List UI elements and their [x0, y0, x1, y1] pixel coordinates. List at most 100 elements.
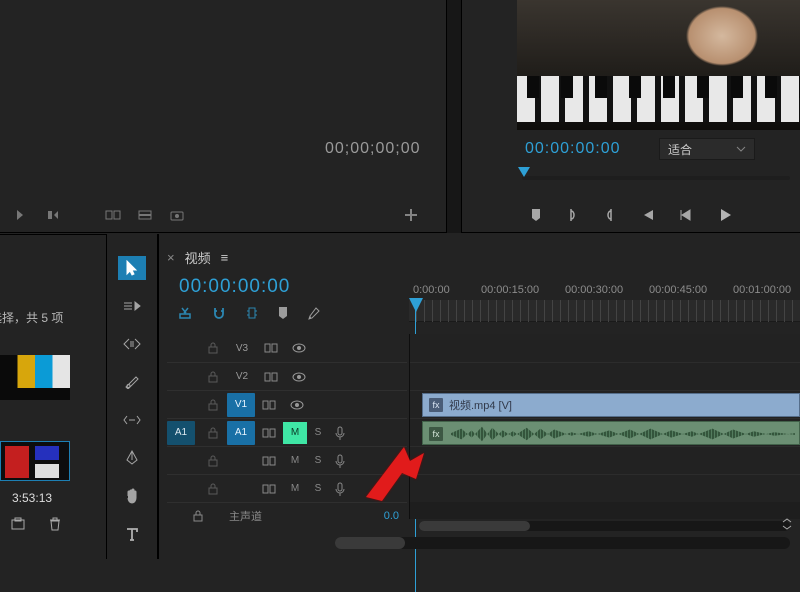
master-track-header[interactable]: 主声道 0.0: [167, 502, 407, 528]
program-preview-image: [517, 0, 800, 130]
track-select-tool-icon[interactable]: [118, 294, 146, 318]
sync-lock-icon[interactable]: [255, 456, 283, 466]
track-header-v1[interactable]: V1: [167, 390, 407, 418]
razor-tool-icon[interactable]: [118, 370, 146, 394]
solo-track-button[interactable]: S: [307, 455, 329, 466]
timeline-tab[interactable]: × 视频 ≡: [167, 248, 228, 267]
play-icon[interactable]: [717, 207, 733, 223]
zoom-level-select[interactable]: 适合: [659, 138, 755, 160]
mute-track-button[interactable]: M: [283, 478, 307, 500]
solo-track-button[interactable]: S: [307, 427, 329, 438]
track-header-a2[interactable]: M S: [167, 446, 407, 474]
track-headers: V3 V2 V1 A1 A1 M S: [167, 334, 407, 549]
export-frame-icon[interactable]: [166, 206, 188, 224]
eye-icon[interactable]: [285, 343, 313, 353]
bin-item-thumbnail[interactable]: [0, 355, 70, 400]
eye-icon[interactable]: [285, 372, 313, 382]
sequence-name: 视频: [185, 248, 211, 267]
panel-divider[interactable]: [446, 0, 462, 233]
audio-clip[interactable]: fx: [422, 421, 800, 445]
mark-out-icon[interactable]: [603, 207, 615, 223]
sync-lock-icon[interactable]: [255, 484, 283, 494]
track-header-a3[interactable]: M S: [167, 474, 407, 502]
track-label: V3: [227, 343, 257, 354]
mark-in-icon[interactable]: [10, 206, 32, 224]
lock-icon[interactable]: [199, 427, 227, 439]
hand-tool-icon[interactable]: [118, 484, 146, 508]
insert-icon[interactable]: [102, 206, 124, 224]
timeline-settings-icon[interactable]: [307, 306, 321, 320]
linked-selection-icon[interactable]: [245, 306, 259, 320]
lock-icon[interactable]: [199, 371, 227, 383]
track-header-v2[interactable]: V2: [167, 362, 407, 390]
tab-menu-icon[interactable]: ≡: [221, 250, 229, 265]
clip-name: 视频.mp4 [V]: [449, 397, 512, 413]
step-back-icon[interactable]: [679, 208, 693, 222]
track-lane-a1[interactable]: fx: [410, 418, 800, 446]
sync-lock-icon[interactable]: [257, 343, 285, 353]
lock-icon[interactable]: [199, 342, 227, 354]
overwrite-icon[interactable]: [134, 206, 156, 224]
track-lane-a2[interactable]: [410, 446, 800, 474]
mute-track-button[interactable]: M: [283, 450, 307, 472]
track-header-v3[interactable]: V3: [167, 334, 407, 362]
lock-icon[interactable]: [199, 483, 227, 495]
track-lane-v3[interactable]: [410, 334, 800, 362]
track-lane-v2[interactable]: [410, 362, 800, 390]
selection-tool-icon[interactable]: [118, 256, 146, 280]
fx-badge-icon[interactable]: fx: [429, 427, 443, 441]
slip-tool-icon[interactable]: [118, 408, 146, 432]
add-marker-icon[interactable]: [529, 208, 543, 222]
program-timecode[interactable]: 00:00:00:00: [525, 140, 621, 158]
timeline-panel: × 视频 ≡ 00:00:00:00 0:00:00 00:00:15:00 0…: [158, 234, 800, 559]
master-label: 主声道: [229, 508, 384, 524]
expand-tracks-icon[interactable]: [780, 517, 794, 531]
fx-badge-icon[interactable]: fx: [429, 398, 443, 412]
voice-record-icon[interactable]: [329, 426, 351, 440]
lock-icon[interactable]: [199, 399, 227, 411]
eye-icon[interactable]: [283, 400, 311, 410]
sync-lock-icon[interactable]: [255, 428, 283, 438]
mark-out-icon[interactable]: [42, 206, 64, 224]
track-header-a1[interactable]: A1 A1 M S: [167, 418, 407, 446]
new-bin-icon[interactable]: [10, 517, 26, 531]
type-tool-icon[interactable]: [118, 522, 146, 546]
sync-lock-icon[interactable]: [257, 372, 285, 382]
ruler-label: 00:01:00:00: [733, 284, 791, 296]
close-tab-icon[interactable]: ×: [167, 250, 175, 265]
lock-icon[interactable]: [199, 455, 227, 467]
track-lane-v1[interactable]: fx 视频.mp4 [V]: [410, 390, 800, 418]
timeline-zoom-scrollbar[interactable]: [335, 537, 790, 549]
scrollbar-thumb[interactable]: [419, 521, 530, 531]
delete-icon[interactable]: [48, 517, 62, 531]
add-button-icon[interactable]: [400, 206, 422, 224]
timeline-ruler[interactable]: 0:00:00 00:00:15:00 00:00:30:00 00:00:45…: [409, 284, 800, 332]
mute-track-button[interactable]: M: [283, 422, 307, 444]
track-target-a1[interactable]: A1: [227, 421, 255, 445]
sync-lock-icon[interactable]: [255, 400, 283, 410]
add-marker-icon[interactable]: [277, 306, 289, 320]
chevron-down-icon: [736, 146, 746, 152]
timeline-timecode[interactable]: 00:00:00:00: [179, 276, 290, 298]
timeline-tracks-area[interactable]: fx 视频.mp4 [V] fx: [409, 334, 800, 519]
solo-track-button[interactable]: S: [307, 483, 329, 494]
nest-sequence-icon[interactable]: [177, 306, 193, 320]
video-clip[interactable]: fx 视频.mp4 [V]: [422, 393, 800, 417]
voice-record-icon[interactable]: [329, 454, 351, 468]
lock-icon[interactable]: [167, 510, 229, 522]
scrollbar-thumb[interactable]: [335, 537, 405, 549]
ripple-edit-tool-icon[interactable]: [118, 332, 146, 356]
track-lane-a3[interactable]: [410, 474, 800, 502]
source-toolbar: [0, 198, 446, 232]
master-value[interactable]: 0.0: [384, 510, 399, 522]
mark-in-icon[interactable]: [567, 207, 579, 223]
timeline-navigator-scrollbar[interactable]: [419, 521, 790, 531]
program-scrubber[interactable]: [522, 170, 790, 188]
track-target-v1[interactable]: V1: [227, 393, 255, 417]
go-to-in-icon[interactable]: [639, 208, 655, 222]
voice-record-icon[interactable]: [329, 482, 351, 496]
snap-icon[interactable]: [211, 306, 227, 320]
bin-item-thumbnail[interactable]: [0, 441, 70, 481]
source-patch-a1[interactable]: A1: [167, 421, 195, 445]
pen-tool-icon[interactable]: [118, 446, 146, 470]
